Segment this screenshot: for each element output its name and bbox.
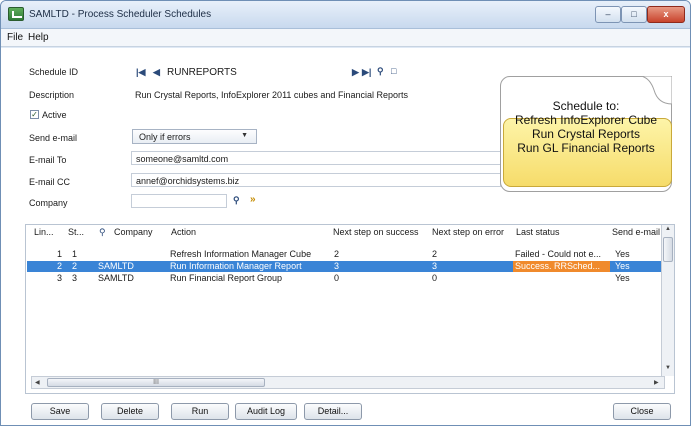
- menu-file[interactable]: File: [7, 32, 23, 43]
- cell-send-email: Yes: [615, 261, 630, 271]
- table-row[interactable]: 1 1 Refresh Information Manager Cube 2 2…: [27, 249, 661, 260]
- active-label: Active: [42, 110, 67, 120]
- minimize-button[interactable]: –: [595, 6, 621, 23]
- schedule-id-input[interactable]: RUNREPORTS: [163, 65, 347, 79]
- active-checkbox[interactable]: ✓: [30, 110, 39, 119]
- email-to-field[interactable]: someone@samltd.com: [131, 151, 501, 165]
- cell-line: 3: [57, 273, 63, 283]
- first-record-icon[interactable]: |◀: [136, 67, 145, 78]
- vertical-scroll-thumb[interactable]: [663, 237, 673, 262]
- cell-next-error: 2: [432, 249, 438, 259]
- col-header-next-error[interactable]: Next step on error: [432, 227, 504, 237]
- company-input[interactable]: [131, 194, 227, 208]
- email-to-label: E-mail To: [29, 155, 67, 165]
- last-record-icon[interactable]: ▶|: [362, 67, 371, 78]
- col-header-line[interactable]: Lin...: [34, 227, 54, 237]
- search-icon[interactable]: ⚲: [377, 66, 384, 77]
- delete-button[interactable]: Delete: [101, 403, 159, 420]
- callout-line-3: Run Crystal Reports: [531, 127, 641, 141]
- scroll-left-icon[interactable]: ◀: [35, 379, 40, 386]
- window-title: SAMLTD - Process Scheduler Schedules: [29, 9, 212, 20]
- process-scheduler-window: SAMLTD - Process Scheduler Schedules – □…: [0, 0, 691, 426]
- horizontal-scrollbar[interactable]: ◀ III ▶: [31, 376, 665, 389]
- scroll-right-icon[interactable]: ▶: [654, 379, 659, 386]
- cell-action: Run Information Manager Report: [170, 261, 302, 271]
- new-document-icon[interactable]: □: [391, 66, 396, 76]
- run-button[interactable]: Run: [171, 403, 229, 420]
- maximize-button[interactable]: □: [621, 6, 647, 23]
- horizontal-scroll-thumb[interactable]: III: [47, 378, 265, 387]
- detail-button[interactable]: Detail...: [304, 403, 362, 420]
- cell-next-error: 0: [432, 273, 438, 283]
- description-value: Run Crystal Reports, InfoExplorer 2011 c…: [135, 90, 408, 100]
- cell-action: Refresh Information Manager Cube: [170, 249, 312, 259]
- cell-company: SAMLTD: [98, 261, 134, 271]
- email-cc-field[interactable]: annef@orchidsystems.biz: [131, 173, 501, 187]
- next-record-icon[interactable]: ▶: [352, 67, 359, 78]
- close-button[interactable]: Close: [613, 403, 671, 420]
- company-label: Company: [29, 198, 68, 208]
- col-header-action[interactable]: Action: [171, 227, 196, 237]
- callout-text: Schedule to: Refresh InfoExplorer Cube R…: [500, 99, 672, 155]
- cell-last-status: Success. RRSched...: [515, 261, 601, 271]
- cell-company: SAMLTD: [98, 273, 134, 283]
- email-cc-label: E-mail CC: [29, 177, 71, 187]
- cell-send-email: Yes: [615, 249, 630, 259]
- col-header-next-success[interactable]: Next step on success: [333, 227, 419, 237]
- callout-line-4: Run GL Financial Reports: [517, 141, 655, 155]
- cell-next-success: 2: [334, 249, 340, 259]
- col-header-step[interactable]: St...: [68, 227, 84, 237]
- email-to-value: someone@samltd.com: [136, 154, 229, 164]
- schedule-id-label: Schedule ID: [29, 67, 79, 77]
- col-header-last-status[interactable]: Last status: [516, 227, 560, 237]
- cell-step: 2: [72, 261, 78, 271]
- send-email-label: Send e-mail: [29, 133, 78, 143]
- title-bar: SAMLTD - Process Scheduler Schedules – □…: [1, 1, 690, 29]
- close-window-button[interactable]: x: [647, 6, 685, 23]
- table-row[interactable]: 3 3 SAMLTD Run Financial Report Group 0 …: [27, 273, 661, 284]
- send-email-value: Only if errors: [139, 132, 191, 142]
- description-label: Description: [29, 90, 75, 100]
- cell-line: 1: [57, 249, 63, 259]
- app-icon: [8, 7, 24, 21]
- col-header-send-email[interactable]: Send e-mail: [612, 227, 660, 237]
- table-row-selected[interactable]: 2 2 SAMLTD Run Information Manager Repor…: [27, 261, 661, 272]
- cell-step: 1: [72, 249, 78, 259]
- cell-next-success: 0: [334, 273, 340, 283]
- schedule-id-value: RUNREPORTS: [167, 67, 237, 78]
- email-cc-value: annef@orchidsystems.biz: [136, 176, 240, 186]
- cell-send-email: Yes: [615, 273, 630, 283]
- go-forward-icon[interactable]: »: [250, 194, 256, 205]
- company-finder-icon[interactable]: ⚲: [233, 195, 240, 206]
- menu-help[interactable]: Help: [28, 32, 49, 43]
- chevron-down-icon: ▼: [241, 132, 248, 139]
- column-search-icon[interactable]: ⚲: [99, 227, 106, 238]
- col-header-company[interactable]: Company: [114, 227, 153, 237]
- cell-step: 3: [72, 273, 78, 283]
- scroll-up-icon[interactable]: ▲: [665, 226, 671, 232]
- scroll-down-icon[interactable]: ▼: [665, 365, 671, 371]
- cell-next-error: 3: [432, 261, 438, 271]
- cell-next-success: 3: [334, 261, 340, 271]
- callout-line-2: Refresh InfoExplorer Cube: [514, 113, 658, 127]
- cell-action: Run Financial Report Group: [170, 273, 283, 283]
- cell-last-status: Failed - Could not e...: [515, 249, 602, 259]
- previous-record-icon[interactable]: ◀: [153, 67, 160, 78]
- callout-line-1: Schedule to:: [552, 99, 620, 113]
- save-button[interactable]: Save: [31, 403, 89, 420]
- audit-log-button[interactable]: Audit Log: [235, 403, 297, 420]
- schedule-steps-grid[interactable]: Lin... St... ⚲ Company Action Next step …: [25, 224, 675, 394]
- vertical-scrollbar[interactable]: ▲ ▼: [661, 225, 674, 376]
- cell-line: 2: [57, 261, 63, 271]
- menu-bar: File Help: [1, 29, 690, 47]
- send-email-select[interactable]: Only if errors ▼: [132, 129, 257, 144]
- description-input[interactable]: Run Crystal Reports, InfoExplorer 2011 c…: [131, 87, 501, 101]
